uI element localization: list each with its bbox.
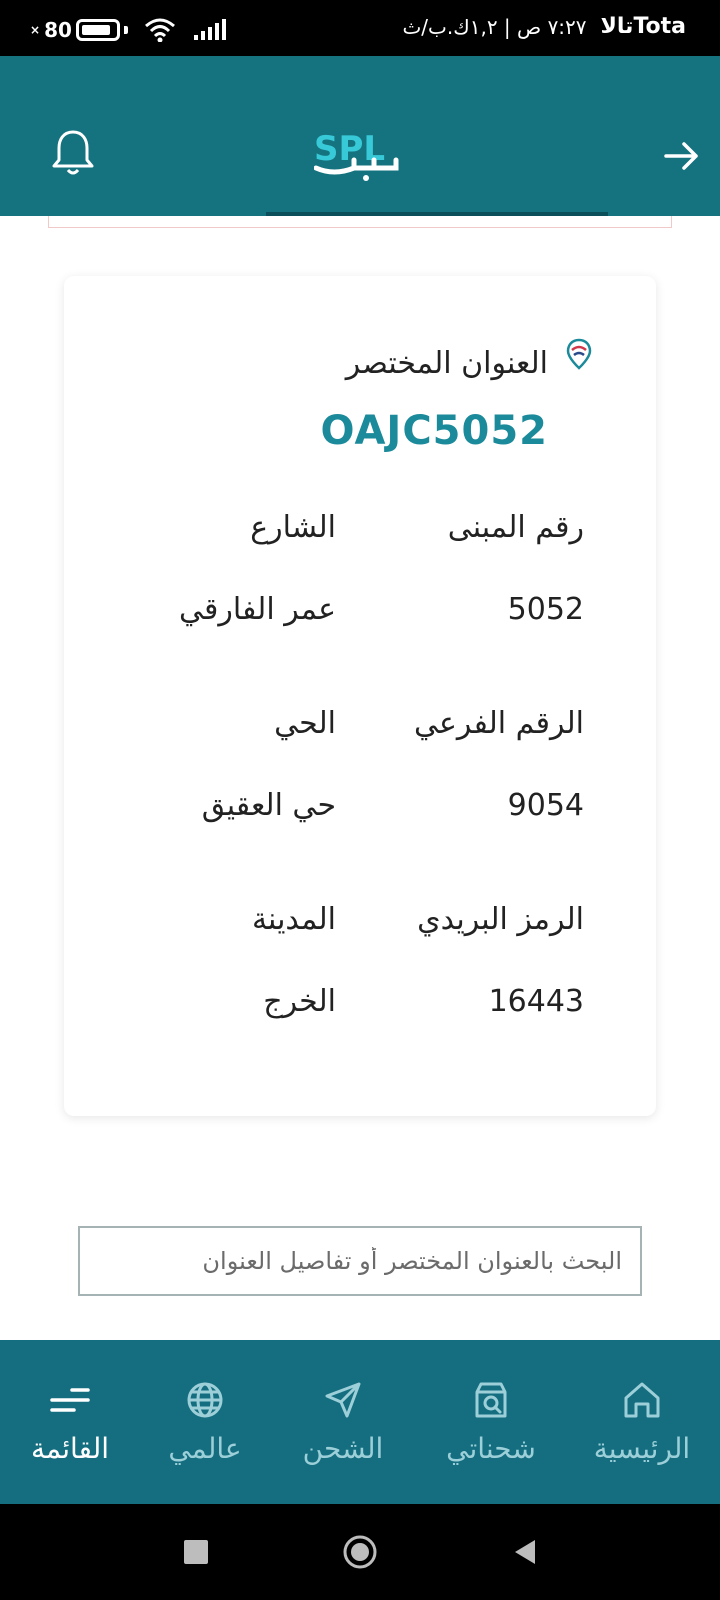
city-value: الخرج <box>263 984 336 1019</box>
nav-label-shipping: الشحن <box>302 1432 384 1465</box>
district-value: حي العقيق <box>201 788 336 823</box>
nav-item-home[interactable]: الرئيسية <box>588 1340 696 1504</box>
location-pin-icon <box>566 338 592 370</box>
battery-icon <box>75 19 120 41</box>
back-system-button[interactable] <box>494 1504 554 1600</box>
spl-logo: SPL <box>314 129 399 181</box>
circle-icon <box>343 1535 377 1569</box>
recent-apps-button[interactable] <box>166 1504 226 1600</box>
nav-label-menu: القائمة <box>31 1432 109 1465</box>
home-system-button[interactable] <box>330 1504 390 1600</box>
nav-item-menu[interactable]: القائمة <box>20 1340 120 1504</box>
charging-icon: × <box>30 23 41 37</box>
nav-label-my-shipments: شحناتي <box>446 1432 536 1465</box>
nav-item-shipping[interactable]: الشحن <box>290 1340 396 1504</box>
street-label: الشارع <box>250 510 336 545</box>
triangle-back-icon <box>515 1540 535 1564</box>
square-icon <box>184 1540 208 1564</box>
wifi-icon <box>144 18 175 42</box>
shipment-search-icon <box>475 1382 507 1418</box>
nav-label-global: عالمي <box>168 1432 242 1465</box>
short-address-label: العنوان المختصر <box>345 346 548 381</box>
menu-icon <box>50 1388 90 1412</box>
postal-code-value: 16443 <box>488 984 584 1019</box>
address-card: العنوان المختصر OAJC5052 رقم المبنى الشا… <box>64 276 656 1116</box>
district-label: الحي <box>274 706 336 741</box>
send-icon <box>325 1382 361 1418</box>
postal-code-label: الرمز البريدي <box>417 902 584 937</box>
nav-item-global[interactable]: عالمي <box>160 1340 250 1504</box>
nav-item-my-shipments[interactable]: شحناتي <box>436 1340 546 1504</box>
arrow-right-icon[interactable] <box>664 140 700 172</box>
status-bar: × 80 Totaتالا ٧:٢٧ ص | ١,٢ك.ب/ث <box>0 0 720 56</box>
app-header: SPL <box>0 56 720 216</box>
city-label: المدينة <box>251 902 336 937</box>
short-address-code: OAJC5052 <box>320 408 548 454</box>
additional-number-value: 9054 <box>507 788 584 823</box>
carrier-name: Totaتالا <box>600 14 686 39</box>
address-search <box>78 1226 642 1296</box>
additional-number-label: الرقم الفرعي <box>414 706 584 741</box>
system-navigation-bar <box>0 1504 720 1600</box>
building-number-label: رقم المبنى <box>447 510 584 545</box>
status-bar-indicators: × 80 <box>30 18 226 42</box>
bottom-navigation: الرئيسية شحناتي الشحن عالمي القائمة <box>0 1340 720 1504</box>
battery-indicator: × 80 <box>30 18 128 42</box>
home-icon <box>624 1382 660 1418</box>
building-number-value: 5052 <box>507 592 584 627</box>
battery-level: 80 <box>44 18 72 42</box>
search-input[interactable] <box>80 1228 640 1294</box>
status-bar-text: Totaتالا ٧:٢٧ ص | ١,٢ك.ب/ث <box>402 14 686 39</box>
globe-icon <box>187 1382 223 1418</box>
signal-icon <box>193 19 226 40</box>
time-and-speed: ٧:٢٧ ص | ١,٢ك.ب/ث <box>402 14 587 39</box>
nav-label-home: الرئيسية <box>593 1432 691 1465</box>
street-value: عمر الفارقي <box>179 592 336 627</box>
bell-icon[interactable] <box>50 128 96 178</box>
panel-edge <box>48 216 672 228</box>
